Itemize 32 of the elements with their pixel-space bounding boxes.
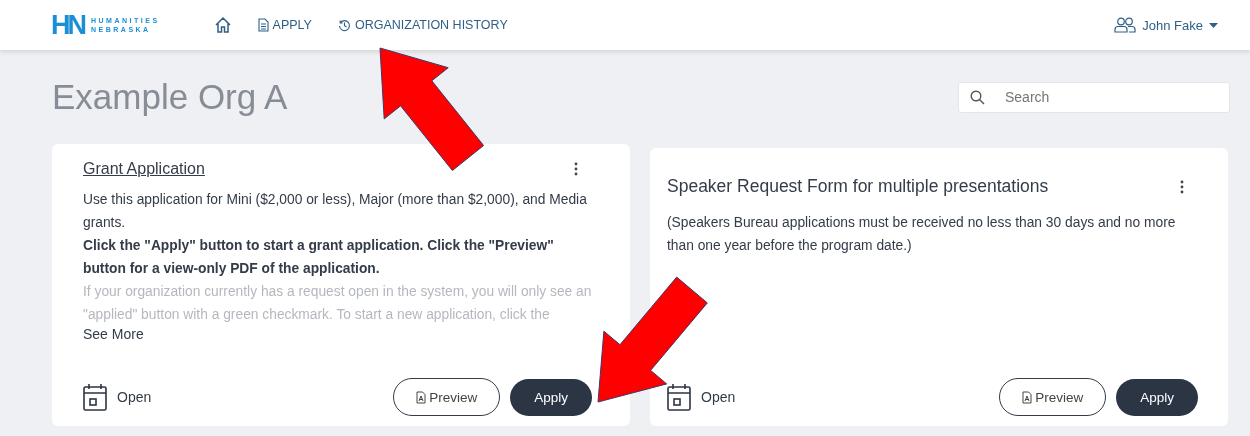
users-icon bbox=[1114, 17, 1137, 33]
nav-link[interactable]: ORGANIZATION HISTORY bbox=[337, 18, 508, 32]
pdf-icon bbox=[416, 390, 427, 404]
see-more-link[interactable]: See More bbox=[83, 326, 592, 342]
page-title: Example Org A bbox=[52, 77, 288, 117]
home-link[interactable] bbox=[213, 16, 232, 34]
status-text: Open bbox=[701, 389, 736, 405]
history-icon bbox=[337, 18, 351, 32]
calendar-icon bbox=[667, 383, 691, 411]
description-text: Click the "Apply" button to start a grant application. Click the "Preview" button for a view-only PDF of the application. bbox=[83, 237, 555, 278]
document-icon bbox=[257, 18, 269, 32]
preview-button[interactable]: Preview bbox=[999, 378, 1107, 416]
card-title: Speaker Request Form for multiple presentations bbox=[667, 176, 1049, 197]
card-title-link[interactable]: Grant Application bbox=[83, 160, 205, 178]
logo-mark: HN bbox=[51, 11, 84, 39]
apply-button[interactable]: Apply bbox=[1116, 378, 1198, 416]
home-icon bbox=[213, 16, 232, 34]
user-menu[interactable]: John Fake bbox=[1114, 17, 1230, 33]
calendar-icon bbox=[83, 383, 107, 411]
more-options-icon[interactable] bbox=[574, 162, 578, 176]
search-icon bbox=[970, 89, 985, 105]
status-text: Open bbox=[117, 389, 152, 405]
nav-link[interactable]: APPLY bbox=[257, 18, 312, 32]
description-text: Use this application for Mini ($2,000 or less), Major (more than $2,000), and Media grants. bbox=[83, 191, 588, 232]
preview-button[interactable]: Preview bbox=[393, 378, 501, 416]
description-text: (Speakers Bureau applications must be received no less than 30 days and no more than one year before the program date.) bbox=[667, 214, 1177, 255]
apply-button[interactable]: Apply bbox=[510, 378, 592, 416]
description-text: If your organization currently has a request open in the system, you will only see an "applied" button with a green checkmark. To start a new application, click the bbox=[83, 283, 592, 324]
caret-icon bbox=[1209, 22, 1218, 28]
pdf-icon bbox=[1022, 390, 1033, 404]
search-field[interactable]: Search bbox=[958, 81, 1230, 113]
more-options-icon[interactable] bbox=[1180, 179, 1184, 194]
